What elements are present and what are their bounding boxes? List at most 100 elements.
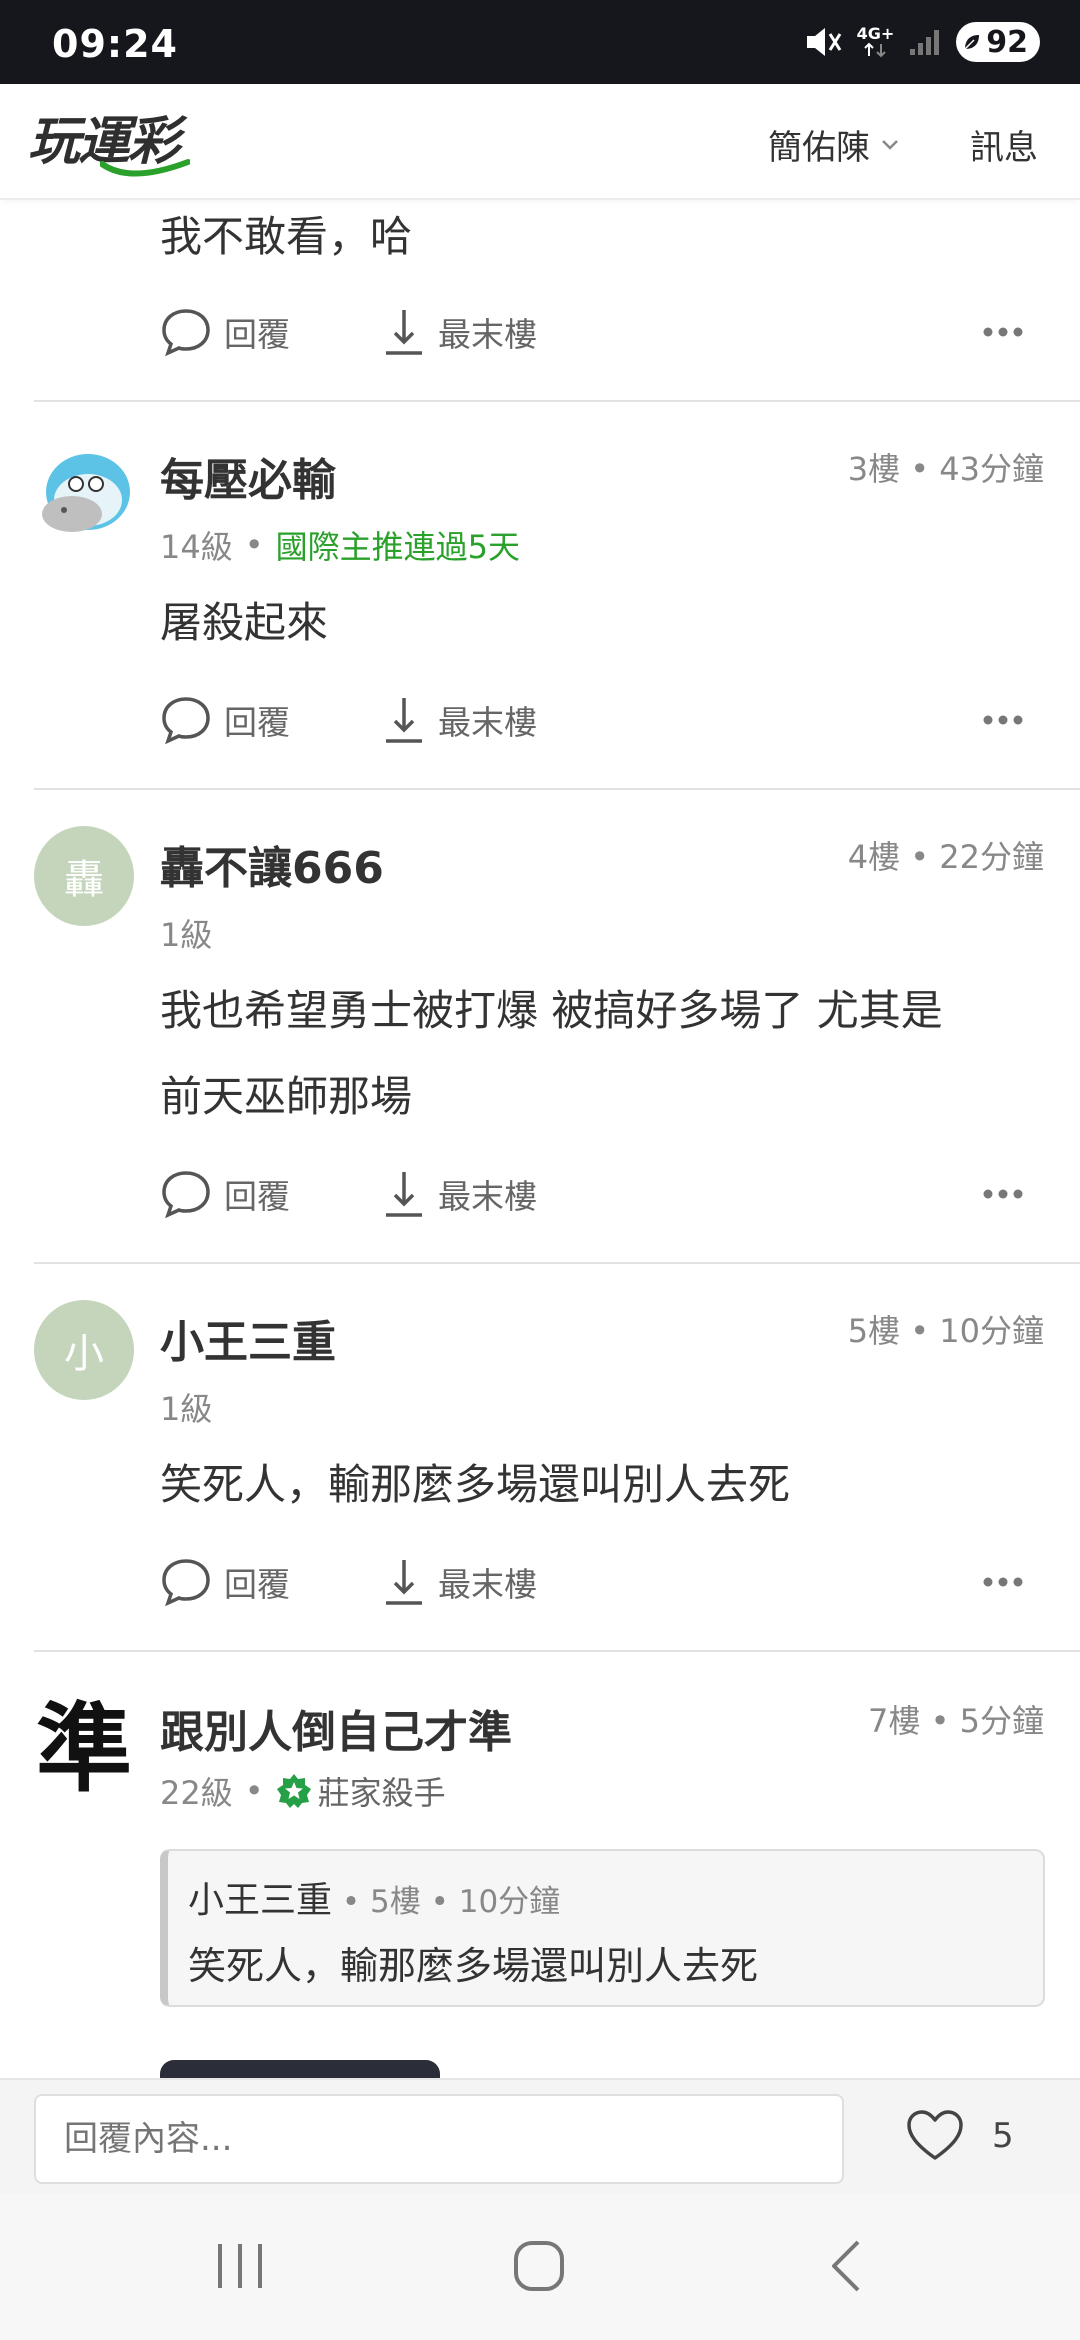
floor-meta: 4樓 • 22分鐘 bbox=[847, 838, 1044, 876]
last-floor-label: 最末樓 bbox=[438, 1177, 537, 1216]
reply-button[interactable]: 回覆 bbox=[160, 1552, 290, 1612]
floor-meta: 7樓 • 5分鐘 bbox=[868, 1702, 1044, 1740]
last-floor-label: 最末樓 bbox=[438, 703, 537, 742]
divider bbox=[34, 788, 1080, 790]
floor-meta: 3樓 • 43分鐘 bbox=[847, 450, 1044, 488]
network-label: 4G+ bbox=[856, 24, 895, 43]
attached-image[interactable] bbox=[160, 2060, 440, 2078]
messages-link[interactable]: 訊息 bbox=[970, 120, 1038, 169]
quote-header: 小王三重 • 5樓 • 10分鐘 bbox=[188, 1871, 560, 1923]
comment-text-line: 前天巫師那場 bbox=[160, 1072, 413, 1121]
reply-label: 回覆 bbox=[224, 315, 290, 354]
back-icon bbox=[832, 2240, 860, 2292]
reply-label: 回覆 bbox=[224, 703, 290, 742]
avatar[interactable]: 小 bbox=[34, 1300, 134, 1400]
power-saving-icon bbox=[964, 35, 980, 50]
more-options-button[interactable] bbox=[983, 690, 1023, 750]
comment-actions: 回覆 最末樓 bbox=[160, 1164, 1060, 1224]
app-header: 玩運彩 簡佑陳 訊息 bbox=[0, 84, 1080, 200]
level-label: 22級 bbox=[160, 1774, 233, 1812]
chat-bubble-icon bbox=[162, 697, 210, 745]
jump-to-bottom-icon bbox=[386, 698, 422, 743]
last-floor-button[interactable]: 最末樓 bbox=[382, 302, 537, 362]
cartoon-avatar-icon bbox=[42, 454, 130, 532]
avatar[interactable]: 轟 bbox=[34, 826, 134, 926]
jump-to-bottom-icon bbox=[386, 1560, 422, 1605]
quote-text: 笑死人，輸那麼多場還叫別人去死 bbox=[188, 1944, 759, 1988]
user-menu[interactable]: 簡佑陳 bbox=[768, 120, 900, 169]
system-nav-bar bbox=[0, 2194, 1080, 2340]
user-level: 14級 • 國際主推連過5天 bbox=[160, 522, 520, 568]
like-count: 5 bbox=[992, 2116, 1014, 2156]
reply-label: 回覆 bbox=[224, 1565, 290, 1604]
reply-button[interactable]: 回覆 bbox=[160, 302, 290, 362]
chat-bubble-icon bbox=[162, 1559, 210, 1607]
last-floor-button[interactable]: 最末樓 bbox=[382, 1164, 537, 1224]
reply-bar: 5 bbox=[0, 2078, 1080, 2194]
recent-apps-button[interactable] bbox=[210, 2238, 270, 2298]
logo-swoosh bbox=[100, 159, 190, 177]
comment-actions: 回覆 最末樓 bbox=[160, 1552, 1060, 1612]
floor-meta: 5樓 • 10分鐘 bbox=[847, 1312, 1044, 1350]
user-badge: 國際主推連過5天 bbox=[275, 528, 520, 566]
recent-apps-icon bbox=[218, 2244, 262, 2288]
app-logo[interactable]: 玩運彩 bbox=[28, 110, 228, 177]
user-name[interactable]: 跟別人倒自己才準 bbox=[160, 1696, 512, 1760]
network-4g-icon: 4G+ bbox=[856, 24, 895, 58]
last-floor-label: 最末樓 bbox=[438, 315, 537, 354]
reply-input[interactable] bbox=[34, 2094, 844, 2184]
signal-icon bbox=[908, 27, 942, 57]
chat-bubble-icon bbox=[162, 309, 210, 357]
last-floor-label: 最末樓 bbox=[438, 1565, 537, 1604]
heart-icon bbox=[907, 2110, 963, 2160]
separator-dot: • bbox=[244, 526, 264, 564]
user-name[interactable]: 每壓必輸 bbox=[160, 444, 336, 508]
user-name[interactable]: 轟不讓666 bbox=[160, 832, 384, 896]
star-badge-icon bbox=[276, 1774, 311, 1808]
divider bbox=[34, 1650, 1080, 1652]
quote-meta: • 5樓 • 10分鐘 bbox=[332, 1884, 561, 1920]
more-options-button[interactable] bbox=[983, 1552, 1023, 1612]
more-dots-icon bbox=[983, 1577, 1023, 1587]
level-label: 14級 bbox=[160, 528, 233, 566]
comment-actions: 回覆 最末樓 bbox=[160, 690, 1060, 750]
user-name: 簡佑陳 bbox=[768, 128, 870, 168]
reply-label: 回覆 bbox=[224, 1177, 290, 1216]
like-button[interactable] bbox=[905, 2108, 965, 2168]
divider bbox=[34, 400, 1080, 402]
jump-to-bottom-icon bbox=[386, 310, 422, 355]
more-dots-icon bbox=[983, 715, 1023, 725]
more-options-button[interactable] bbox=[983, 302, 1023, 362]
level-label: 1級 bbox=[160, 1390, 213, 1428]
level-label: 1級 bbox=[160, 916, 213, 954]
home-icon bbox=[514, 2241, 564, 2291]
comment-text: 我不敢看，哈 bbox=[160, 212, 413, 261]
badge-label: 莊家殺手 bbox=[317, 1774, 446, 1812]
back-button[interactable] bbox=[818, 2238, 878, 2298]
status-icons: 4G+ 92 bbox=[803, 18, 1040, 66]
user-level: 22級 • 莊家殺手 bbox=[160, 1768, 446, 1814]
comment-text-line: 我也希望勇士被打爆 被搞好多場了 尤其是 bbox=[160, 986, 943, 1035]
quote-user: 小王三重 bbox=[188, 1880, 333, 1921]
comment-text: 笑死人，輸那麼多場還叫別人去死 bbox=[160, 1460, 791, 1509]
user-name[interactable]: 小王三重 bbox=[160, 1306, 336, 1370]
more-options-button[interactable] bbox=[983, 1164, 1023, 1224]
jump-to-bottom-icon bbox=[386, 1172, 422, 1217]
avatar[interactable]: 準 bbox=[34, 1690, 134, 1805]
user-badge: 莊家殺手 bbox=[276, 1768, 446, 1814]
chevron-down-icon bbox=[882, 139, 898, 150]
last-floor-button[interactable]: 最末樓 bbox=[382, 690, 537, 750]
user-level: 1級 bbox=[160, 1384, 212, 1430]
home-button[interactable] bbox=[510, 2238, 570, 2298]
reply-button[interactable]: 回覆 bbox=[160, 690, 290, 750]
divider bbox=[34, 1262, 1080, 1264]
reply-button[interactable]: 回覆 bbox=[160, 1164, 290, 1224]
battery-icon: 92 bbox=[956, 22, 1040, 62]
comment-text: 屠殺起來 bbox=[160, 598, 329, 647]
more-dots-icon bbox=[983, 327, 1023, 337]
last-floor-button[interactable]: 最末樓 bbox=[382, 1552, 537, 1612]
avatar[interactable] bbox=[34, 444, 134, 544]
comment-actions: 回覆 最末樓 bbox=[160, 302, 1060, 362]
separator-dot: • bbox=[244, 1772, 264, 1810]
quoted-reply[interactable]: 小王三重 • 5樓 • 10分鐘 笑死人，輸那麼多場還叫別人去死 bbox=[160, 1849, 1045, 2007]
